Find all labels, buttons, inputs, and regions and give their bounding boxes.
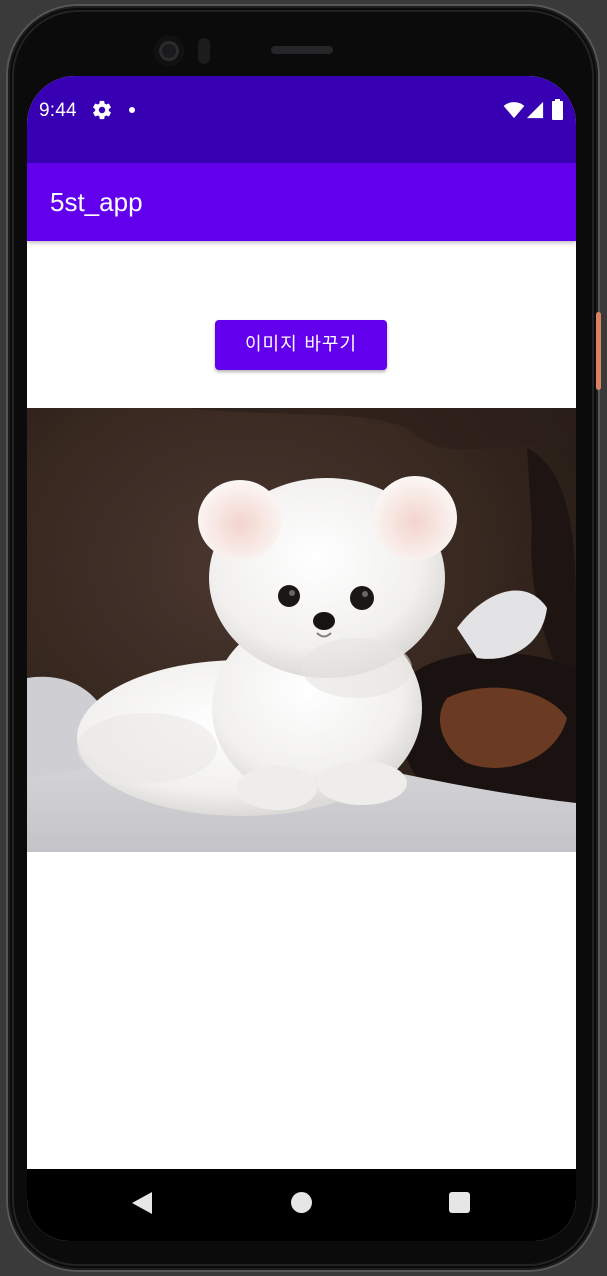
earpiece-speaker [271,46,333,54]
status-time: 9:44 [39,100,77,121]
app-title: 5st_app [50,187,143,217]
battery-icon [552,99,563,120]
proximity-sensor [198,38,210,64]
app-bar: 5st_app [27,163,576,241]
gear-icon [93,100,111,120]
navigation-bar [27,1169,576,1241]
puppy-illustration [27,408,576,852]
change-image-button[interactable]: 이미지 바꾸기 [215,320,387,370]
notification-dot-icon [129,107,135,113]
back-icon[interactable] [131,1191,153,1215]
front-camera [154,36,184,66]
status-bar: 9:44 [27,76,576,163]
home-icon[interactable] [291,1192,312,1213]
phone-screen: 9:44 5st_app 이미지 바꾸기 [27,76,576,1241]
cell-signal-icon [526,101,544,119]
wifi-icon [503,102,525,119]
puppy-image [27,408,576,852]
recents-icon[interactable] [449,1192,470,1213]
power-button[interactable] [596,312,601,390]
